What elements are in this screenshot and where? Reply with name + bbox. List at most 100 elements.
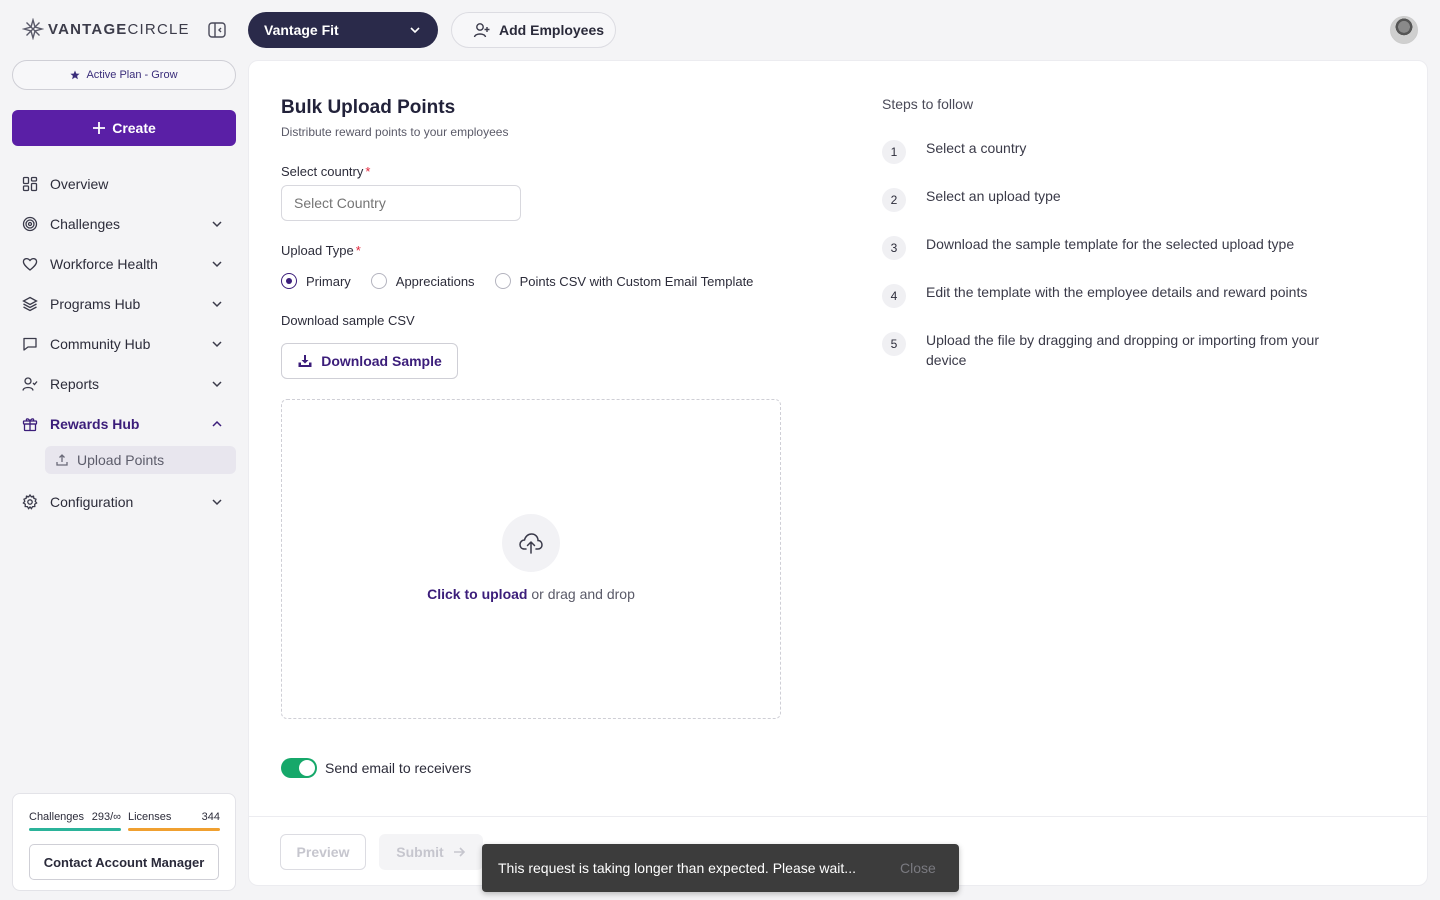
sidebar-subitem-upload-points[interactable]: Upload Points: [45, 446, 236, 474]
licenses-usage: Licenses 344: [128, 811, 220, 823]
sidebar-item-label: Rewards Hub: [50, 416, 140, 432]
download-sample-label: Download Sample: [321, 353, 442, 369]
gift-icon: [22, 418, 38, 432]
heart-icon: [22, 258, 38, 271]
chevron-down-icon: [410, 27, 420, 34]
step-text: Download the sample template for the sel…: [926, 236, 1295, 252]
country-select[interactable]: [281, 185, 521, 221]
add-employees-button[interactable]: Add Employees: [451, 12, 616, 48]
submit-button[interactable]: Submit: [379, 834, 483, 870]
sidebar-item-challenges[interactable]: Challenges: [12, 204, 236, 244]
sidebar-item-label: Reports: [50, 376, 100, 392]
sidebar-item-configuration[interactable]: Configuration: [12, 482, 236, 522]
dashboard-icon: [22, 176, 38, 192]
toast-message: This request is taking longer than expec…: [498, 860, 856, 876]
sidebar-item-rewards-hub[interactable]: Rewards Hub: [12, 404, 236, 444]
send-email-toggle[interactable]: [281, 758, 317, 778]
licenses-usage-bar: [128, 828, 220, 831]
preview-button[interactable]: Preview: [280, 834, 366, 870]
sidebar-item-label: Configuration: [50, 494, 134, 510]
sidebar-item-reports[interactable]: Reports: [12, 364, 236, 404]
product-switcher[interactable]: Vantage Fit: [248, 12, 438, 48]
product-switcher-label: Vantage Fit: [264, 22, 339, 38]
step-number: 1: [882, 140, 906, 164]
sidebar-item-label: Challenges: [50, 216, 121, 232]
logo-icon: [22, 18, 44, 40]
step-number: 2: [882, 188, 906, 212]
user-avatar[interactable]: [1390, 16, 1418, 44]
chevron-down-icon: [212, 301, 222, 308]
upload-type-custom-email-radio[interactable]: Points CSV with Custom Email Template: [494, 273, 753, 289]
chevron-down-icon: [212, 341, 222, 348]
step-number: 3: [882, 236, 906, 260]
user-report-icon: [22, 377, 38, 391]
sidebar-toggle-icon[interactable]: [207, 20, 227, 40]
usage-card: Challenges 293/∞ Licenses 344 Contact Ac…: [12, 793, 236, 891]
chevron-down-icon: [212, 381, 222, 388]
step-text: Select an upload type: [926, 188, 1061, 204]
page-subtitle: Distribute reward points to your employe…: [281, 125, 509, 139]
sidebar-subitem-label: Upload Points: [77, 452, 165, 468]
upload-type-radio-group: Primary Appreciations Points CSV with Cu…: [281, 273, 753, 289]
country-label: Select country *: [281, 164, 371, 179]
sidebar-item-label: Community Hub: [50, 336, 151, 352]
step-number: 5: [882, 332, 906, 356]
steps-title: Steps to follow: [882, 96, 974, 112]
sidebar-item-label: Overview: [50, 176, 109, 192]
logo-text: VANTAGECIRCLE: [48, 20, 190, 38]
sidebar-nav: Overview Challenges Workforce Health Pro…: [12, 164, 236, 522]
challenges-usage-bar: [29, 828, 121, 831]
layers-icon: [22, 296, 38, 312]
add-user-icon: [473, 23, 490, 38]
radio-dot: [370, 273, 387, 289]
click-to-upload-link[interactable]: Click to upload: [427, 586, 527, 602]
sidebar-item-overview[interactable]: Overview: [12, 164, 236, 204]
download-sample-button[interactable]: Download Sample: [281, 343, 458, 379]
vantage-circle-logo[interactable]: VANTAGECIRCLE: [22, 18, 190, 40]
chevron-down-icon: [212, 221, 222, 228]
gear-icon: [22, 494, 38, 510]
sidebar-item-programs-hub[interactable]: Programs Hub: [12, 284, 236, 324]
upload-cloud-icon: [519, 533, 543, 554]
download-sample-label: Download sample CSV: [281, 313, 415, 328]
step-text: Edit the template with the employee deta…: [926, 284, 1308, 300]
toast-close-button[interactable]: Close: [900, 860, 936, 876]
chevron-up-icon: [212, 420, 222, 427]
upload-type-primary-radio[interactable]: Primary: [281, 273, 351, 289]
radio-dot: [281, 273, 297, 289]
step-text: Select a country: [926, 140, 1027, 156]
sidebar-item-workforce-health[interactable]: Workforce Health: [12, 244, 236, 284]
step-item: 5 Upload the file by dragging and droppin…: [882, 330, 1362, 370]
download-icon: [298, 355, 312, 367]
file-dropzone[interactable]: Click to upload or drag and drop: [281, 399, 781, 719]
step-item: 3 Download the sample template for the se…: [882, 234, 1362, 260]
star-icon: [70, 70, 81, 80]
upload-type-label: Upload Type *: [281, 243, 361, 258]
contact-account-manager-button[interactable]: Contact Account Manager: [29, 844, 219, 880]
top-bar: VANTAGECIRCLE Vantage Fit Add Employees: [0, 0, 1440, 60]
challenges-usage: Challenges 293/∞: [29, 811, 121, 823]
upload-cloud-icon-wrapper: [502, 514, 560, 572]
step-item: 1 Select a country: [882, 138, 1362, 164]
create-button[interactable]: Create: [12, 110, 236, 146]
step-item: 4 Edit the template with the employee det…: [882, 282, 1362, 308]
add-employees-label: Add Employees: [499, 22, 605, 38]
chevron-down-icon: [212, 499, 222, 506]
sidebar-item-community-hub[interactable]: Community Hub: [12, 324, 236, 364]
upload-type-appreciations-radio[interactable]: Appreciations: [370, 273, 475, 289]
active-plan-badge[interactable]: Active Plan - Grow: [12, 60, 236, 90]
target-icon: [22, 216, 38, 232]
plus-icon: [93, 122, 106, 134]
radio-dot: [494, 273, 511, 289]
sidebar-item-label: Programs Hub: [50, 296, 141, 312]
arrow-right-icon: [453, 847, 465, 857]
main-panel: Bulk Upload Points Distribute reward poi…: [248, 60, 1428, 886]
create-label: Create: [112, 120, 156, 136]
upload-icon: [56, 454, 68, 466]
submit-label: Submit: [396, 844, 444, 860]
page-title: Bulk Upload Points: [281, 97, 456, 118]
step-number: 4: [882, 284, 906, 308]
send-email-label: Send email to receivers: [325, 760, 472, 776]
active-plan-label: Active Plan - Grow: [86, 69, 178, 81]
step-text: Upload the file by dragging and dropping…: [926, 332, 1320, 368]
